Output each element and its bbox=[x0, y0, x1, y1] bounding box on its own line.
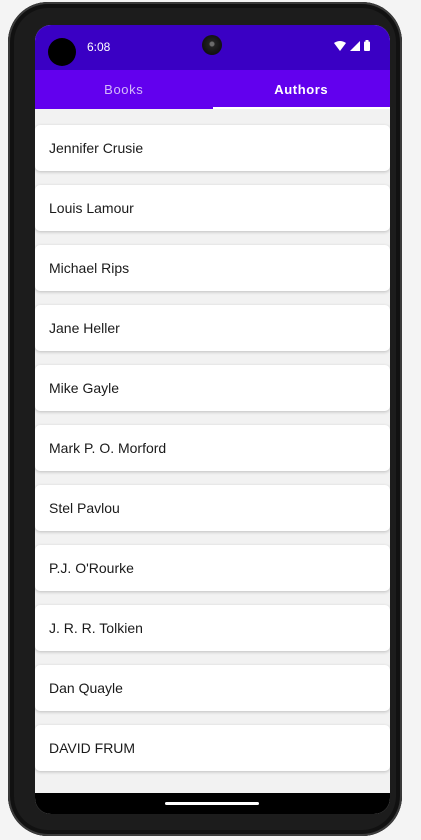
list-item[interactable]: DAVID FRUM bbox=[35, 725, 390, 771]
list-item[interactable]: Jane Heller bbox=[35, 305, 390, 351]
list-item[interactable]: Mike Gayle bbox=[35, 365, 390, 411]
battery-icon bbox=[364, 40, 370, 51]
list-item[interactable]: Louis Lamour bbox=[35, 185, 390, 231]
author-name: Stel Pavlou bbox=[49, 500, 120, 516]
list-item[interactable]: Jennifer Crusie bbox=[35, 125, 390, 171]
author-name: Mike Gayle bbox=[49, 380, 120, 396]
authors-list[interactable]: Jennifer Crusie Louis Lamour Michael Rip… bbox=[35, 109, 390, 793]
status-time: 6:08 bbox=[87, 40, 111, 54]
author-name: Dan Quayle bbox=[49, 680, 123, 696]
author-name: Michael Rips bbox=[49, 260, 130, 276]
wifi-icon bbox=[334, 40, 346, 51]
author-name: P.J. O'Rourke bbox=[49, 560, 134, 576]
phone-screen: 6:08 Books Authors Jennifer Crusie Louis… bbox=[35, 25, 390, 814]
front-camera-icon bbox=[202, 35, 222, 55]
author-name: Louis Lamour bbox=[49, 200, 134, 216]
home-gesture-handle[interactable] bbox=[165, 802, 259, 805]
list-item[interactable]: P.J. O'Rourke bbox=[35, 545, 390, 591]
status-bar: 6:08 bbox=[35, 25, 390, 70]
camera-cutout-icon bbox=[48, 38, 76, 66]
tab-authors[interactable]: Authors bbox=[212, 70, 391, 109]
list-item[interactable]: Dan Quayle bbox=[35, 665, 390, 711]
navigation-bar bbox=[35, 793, 390, 814]
author-name: DAVID FRUM bbox=[49, 740, 136, 756]
list-item[interactable]: J. R. R. Tolkien bbox=[35, 605, 390, 651]
status-icons bbox=[334, 40, 370, 51]
list-item[interactable]: Michael Rips bbox=[35, 245, 390, 291]
author-name: J. R. R. Tolkien bbox=[49, 620, 143, 636]
tab-books[interactable]: Books bbox=[35, 70, 213, 109]
author-name: Jennifer Crusie bbox=[49, 140, 144, 156]
phone-frame: 6:08 Books Authors Jennifer Crusie Louis… bbox=[8, 2, 402, 836]
author-name: Jane Heller bbox=[49, 320, 120, 336]
tab-authors-label: Authors bbox=[274, 82, 329, 97]
list-item[interactable]: Mark P. O. Morford bbox=[35, 425, 390, 471]
tab-bar: Books Authors bbox=[35, 70, 390, 109]
list-item[interactable]: Stel Pavlou bbox=[35, 485, 390, 531]
tab-books-label: Books bbox=[104, 82, 144, 97]
author-name: Mark P. O. Morford bbox=[49, 440, 167, 456]
signal-icon bbox=[350, 40, 360, 51]
